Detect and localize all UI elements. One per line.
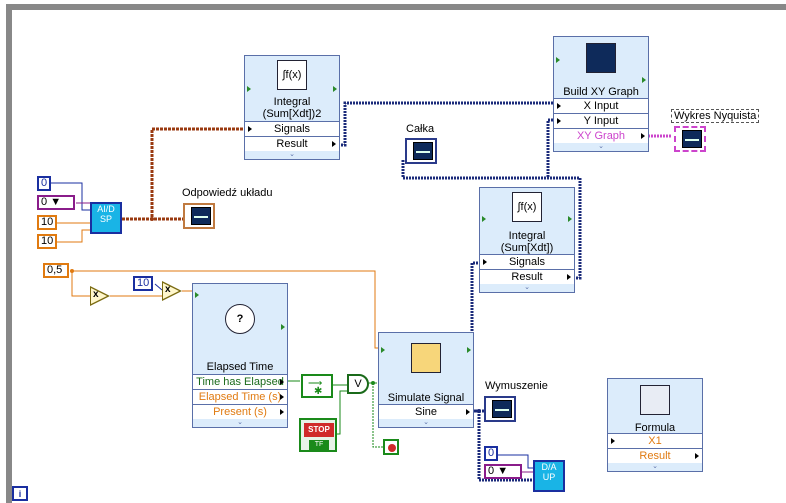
wire-integral-sq-result — [338, 101, 556, 147]
time-has-elapsed-terminal[interactable]: Time has Elapsed — [193, 374, 287, 389]
multiply-symbol: x — [165, 284, 171, 295]
tf-label: TF — [309, 440, 329, 450]
enum-value: 0 — [488, 465, 495, 477]
calculator-icon — [640, 385, 670, 415]
result-terminal[interactable]: Result — [245, 136, 339, 151]
wymuszenie-graph-indicator[interactable] — [484, 396, 516, 422]
wire-stop-or — [336, 390, 347, 435]
loop-stop-condition[interactable] — [383, 439, 399, 455]
signals-terminal[interactable]: Signals — [245, 121, 339, 136]
nyquist-graph-indicator[interactable] — [674, 126, 706, 152]
graph-icon — [682, 130, 702, 148]
signals-terminal[interactable]: Signals — [480, 254, 574, 269]
expand-chevron-icon[interactable]: ⌄ — [480, 284, 574, 292]
elapsed-time-node[interactable]: ? Elapsed Time Time has Elapsed Elapsed … — [192, 283, 288, 428]
result-terminal[interactable]: Result — [480, 269, 574, 284]
wire-10b — [56, 229, 90, 243]
integral-icon: ∫f(x) — [512, 192, 542, 222]
constant-10[interactable]: 10 — [133, 276, 153, 291]
output-terminal-icon — [333, 86, 337, 92]
input-terminal-icon — [482, 216, 486, 222]
odpowiedz-label: Odpowiedź układu — [182, 187, 273, 199]
wire-junction-sine — [477, 409, 481, 413]
odpowiedz-graph-indicator[interactable] — [183, 203, 215, 229]
present-terminal[interactable]: Present (s) — [193, 404, 287, 419]
wire-junction-ai — [150, 217, 154, 221]
divide-symbol: x — [93, 289, 99, 300]
subvi-label: AI/D SP — [97, 204, 115, 224]
asterisk-icon: ✱ — [314, 386, 323, 397]
subvi-label: D/A UP — [541, 462, 557, 482]
enum-constant-b[interactable]: 0 ▼ — [484, 464, 522, 479]
graph-icon — [191, 207, 211, 225]
integral-node[interactable]: ∫f(x) Integral (Sum[Xdt]) Signals Result… — [479, 187, 575, 293]
constant-10-b[interactable]: 10 — [37, 234, 57, 249]
constant-0-b[interactable]: 0 — [484, 446, 498, 461]
expand-chevron-icon[interactable]: ⌄ — [193, 419, 287, 427]
formula-node[interactable]: Formula X1 Result ⌄ — [607, 378, 703, 472]
input-terminal-icon — [195, 292, 199, 298]
x-input-terminal[interactable]: X Input — [554, 98, 648, 113]
output-terminal-icon — [642, 77, 646, 83]
calka-label: Całka — [406, 123, 435, 135]
enum-constant[interactable]: 0 ▼ — [37, 195, 75, 210]
elapsed-time-terminal[interactable]: Elapsed Time (s) — [193, 389, 287, 404]
node-title: Integral (Sum[Xdt]) — [500, 230, 554, 254]
stopwatch-icon: ? — [225, 304, 255, 334]
wymuszenie-label: Wymuszenie — [485, 380, 548, 392]
wire-05-divide — [71, 271, 90, 297]
or-gate[interactable]: V — [347, 374, 369, 394]
y-input-terminal[interactable]: Y Input — [554, 113, 648, 128]
calka-graph-indicator[interactable] — [405, 138, 437, 164]
expand-chevron-icon[interactable]: ⌄ — [379, 419, 473, 427]
x1-terminal[interactable]: X1 — [608, 433, 702, 448]
simulate-signal-node[interactable]: Simulate Signal Sine ⌄ — [378, 332, 474, 428]
expand-chevron-icon[interactable]: ⌄ — [554, 143, 648, 151]
nyquist-label: Wykres Nyquista — [671, 109, 760, 123]
output-terminal-icon — [467, 347, 471, 353]
node-title: Simulate Signal — [387, 392, 465, 404]
graph-icon — [492, 400, 512, 418]
expand-chevron-icon[interactable]: ⌄ — [245, 151, 339, 159]
node-title: Integral (Sum[Xdt])2 — [262, 96, 322, 120]
output-terminal-icon — [568, 216, 572, 222]
integral-squared-node[interactable]: ∫f(x) Integral (Sum[Xdt])2 Signals Resul… — [244, 55, 340, 160]
output-terminal-icon — [281, 324, 285, 330]
signal-icon — [411, 343, 441, 373]
constant-10-a[interactable]: 10 — [37, 215, 57, 230]
wire-junction-05 — [70, 269, 74, 273]
input-terminal-icon — [247, 86, 251, 92]
node-title: Build XY Graph — [563, 86, 639, 98]
graph-icon — [413, 142, 433, 160]
node-title: Elapsed Time — [206, 361, 274, 373]
dropdown-arrow-icon[interactable]: ▼ — [497, 465, 508, 477]
xy-graph-terminal[interactable]: XY Graph — [554, 128, 648, 143]
first-call-indicator[interactable]: ⟶ ✱ — [301, 374, 333, 398]
expand-chevron-icon[interactable]: ⌄ — [608, 463, 702, 471]
wire-10-multiply — [154, 283, 163, 291]
enum-value: 0 — [41, 196, 48, 208]
dropdown-arrow-icon[interactable]: ▼ — [50, 196, 61, 208]
stop-button[interactable]: STOP TF — [299, 418, 337, 452]
analog-input-subvi[interactable]: AI/D SP — [90, 202, 122, 234]
wire-junction-or — [371, 381, 375, 385]
result-terminal[interactable]: Result — [608, 448, 702, 463]
build-xy-graph-node[interactable]: Build XY Graph X Input Y Input XY Graph … — [553, 36, 649, 152]
xy-graph-icon — [586, 43, 616, 73]
loop-iteration-icon: i — [12, 486, 28, 501]
sine-terminal[interactable]: Sine — [379, 404, 473, 419]
integral-icon: ∫f(x) — [277, 60, 307, 90]
stop-face: STOP — [304, 423, 334, 437]
input-terminal-icon — [381, 347, 385, 353]
constant-0[interactable]: 0 — [37, 176, 51, 191]
constant-0-5[interactable]: 0,5 — [43, 263, 69, 278]
analog-output-subvi[interactable]: D/A UP — [533, 460, 565, 492]
input-terminal-icon — [556, 57, 560, 63]
